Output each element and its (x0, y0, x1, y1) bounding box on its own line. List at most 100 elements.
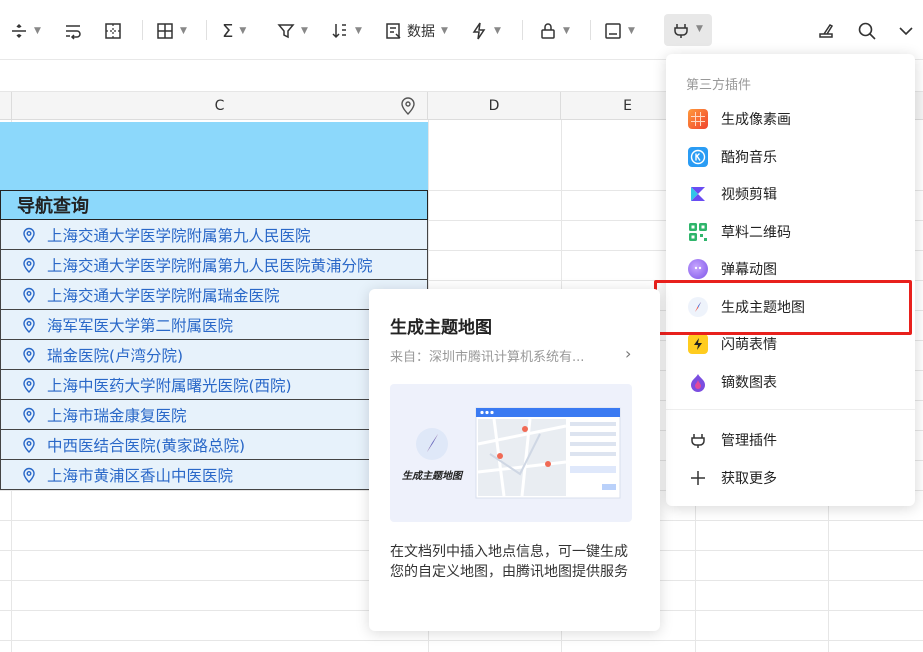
chevron-down-icon: ▼ (441, 26, 448, 36)
location-link[interactable]: 上海市瑞金康复医院 (47, 404, 187, 426)
column-d-label: D (488, 97, 500, 114)
chevron-right-icon[interactable]: › (625, 344, 631, 363)
plugin-button[interactable]: ▼ (664, 14, 712, 46)
location-link[interactable]: 上海市黄浦区香山中医医院 (47, 464, 233, 486)
location-cell[interactable]: 上海市瑞金康复医院 (0, 400, 428, 430)
filter-icon (277, 24, 295, 39)
collapse-toolbar-button[interactable] (898, 16, 914, 46)
location-link[interactable]: 上海中医药大学附属曙光医院(西院) (47, 374, 292, 396)
location-pin-icon (23, 407, 35, 423)
column-header-b[interactable] (0, 92, 12, 120)
menu-item-pixel-art[interactable]: 生成像素画 (688, 101, 898, 137)
location-link[interactable]: 上海交通大学医学院附属第九人民医院 (47, 224, 311, 246)
data-menu-button[interactable]: 数据 ▼ (385, 16, 448, 46)
location-cell[interactable]: 上海市黄浦区香山中医医院 (0, 460, 428, 490)
menu-item-label: 生成像素画 (721, 112, 791, 128)
chevron-down-icon: ▼ (696, 24, 703, 34)
menu-item-label: 管理插件 (721, 433, 777, 449)
menu-item-video-edit[interactable]: 视频剪辑 (688, 176, 898, 212)
menu-item-label: 视频剪辑 (721, 187, 777, 203)
map-preview-illustration (416, 407, 621, 499)
chevron-down-icon (899, 27, 913, 36)
location-cell[interactable]: 上海交通大学医学院附属第九人民医院黄浦分院 (0, 250, 428, 280)
border-button[interactable]: ▼ (156, 16, 187, 46)
location-cell[interactable]: 瑞金医院(卢湾分院) (0, 340, 428, 370)
preview-caption: 生成主题地图 (402, 471, 462, 482)
filter-button[interactable]: ▼ (277, 16, 308, 46)
chevron-down-icon: ▼ (180, 26, 187, 36)
plug-icon (688, 430, 708, 450)
danmaku-icon (688, 259, 708, 279)
border-grid-icon (157, 23, 173, 39)
chevron-down-icon: ▼ (563, 26, 570, 36)
location-pin-icon (23, 347, 35, 363)
location-cell[interactable]: 海军军医大学第二附属医院 (0, 310, 428, 340)
menu-item-label: 闪萌表情 (721, 337, 777, 353)
menu-item-label: 弹幕动图 (721, 262, 777, 278)
automation-icon (472, 22, 486, 40)
column-header-c[interactable]: C (12, 92, 428, 120)
location-link[interactable]: 上海交通大学医学院附属瑞金医院 (47, 284, 280, 306)
location-pin-icon[interactable] (399, 97, 417, 115)
menu-item-label: 获取更多 (721, 471, 777, 487)
location-cell[interactable]: 中西医结合医院(黄家路总院) (0, 430, 428, 460)
plugin-card-title: 生成主题地图 (390, 318, 492, 338)
plugin-preview-image: 生成主题地图 (390, 384, 632, 522)
toolbar-divider (522, 20, 523, 40)
toolbar-divider (142, 20, 143, 40)
chevron-down-icon: ▼ (301, 26, 308, 36)
location-cell[interactable]: 上海交通大学医学院附属瑞金医院 (0, 280, 428, 310)
brush-icon (819, 24, 834, 38)
pixel-art-icon (688, 109, 708, 129)
location-link[interactable]: 海军军医大学第二附属医院 (47, 314, 233, 336)
location-pin-icon (23, 377, 35, 393)
search-button[interactable] (857, 16, 877, 46)
location-link[interactable]: 中西医结合医院(黄家路总院) (47, 434, 245, 456)
sort-button[interactable]: ▼ (331, 16, 362, 46)
menu-item-manage-plugins[interactable]: 管理插件 (688, 422, 898, 458)
chevron-down-icon: ▼ (34, 26, 41, 36)
video-edit-icon (688, 184, 708, 204)
data-icon (386, 23, 401, 39)
chevron-down-icon: ▼ (355, 26, 362, 36)
chevron-down-icon: ▼ (628, 26, 635, 36)
location-link[interactable]: 瑞金医院(卢湾分院) (47, 344, 183, 366)
menu-divider (666, 409, 915, 410)
form-icon (605, 23, 621, 39)
third-party-plugins-label: 第三方插件 (686, 78, 752, 93)
freeze-icon (105, 23, 121, 39)
sigma-icon: Σ (222, 20, 234, 42)
location-link[interactable]: 上海交通大学医学院附属第九人民医院黄浦分院 (47, 254, 373, 276)
nav-query-title: 导航查询 (17, 196, 89, 217)
location-pin-icon (23, 287, 35, 303)
lightning-icon (688, 334, 708, 354)
brush-button[interactable] (816, 16, 836, 46)
chevron-down-icon: ▼ (494, 26, 501, 36)
menu-item-qrcode[interactable]: 草料二维码 (688, 214, 898, 250)
insert-row-col-button[interactable]: ▼ (10, 16, 41, 46)
chevron-down-icon: ▼ (239, 26, 247, 36)
freeze-button[interactable] (104, 16, 122, 46)
column-header-d[interactable]: D (428, 92, 561, 120)
wrap-text-button[interactable] (64, 16, 82, 46)
toolbar-divider (590, 20, 591, 40)
menu-item-get-more[interactable]: 获取更多 (688, 460, 898, 496)
search-icon (858, 22, 876, 40)
form-button[interactable]: ▼ (604, 16, 635, 46)
location-cell[interactable]: 上海交通大学医学院附属第九人民医院 (0, 220, 428, 250)
menu-item-dishu-chart[interactable]: 镝数图表 (688, 364, 898, 400)
sum-button[interactable]: Σ ▼ (222, 16, 246, 46)
column-e-label: E (623, 97, 632, 114)
selection-highlight-box (654, 280, 912, 335)
merged-header-cell[interactable] (0, 122, 428, 190)
location-cell[interactable]: 上海中医药大学附属曙光医院(西院) (0, 370, 428, 400)
qrcode-icon (688, 222, 708, 242)
automation-button[interactable]: ▼ (470, 16, 501, 46)
menu-item-kugou[interactable]: 酷狗音乐 (688, 139, 898, 175)
nav-query-header[interactable]: 导航查询 (0, 190, 428, 220)
lock-button[interactable]: ▼ (539, 16, 570, 46)
location-pin-icon (23, 227, 35, 243)
menu-item-label: 草料二维码 (721, 225, 791, 241)
plugin-source-link[interactable]: 来自：深圳市腾讯计算机系统有... (390, 346, 620, 365)
kugou-icon (688, 147, 708, 167)
